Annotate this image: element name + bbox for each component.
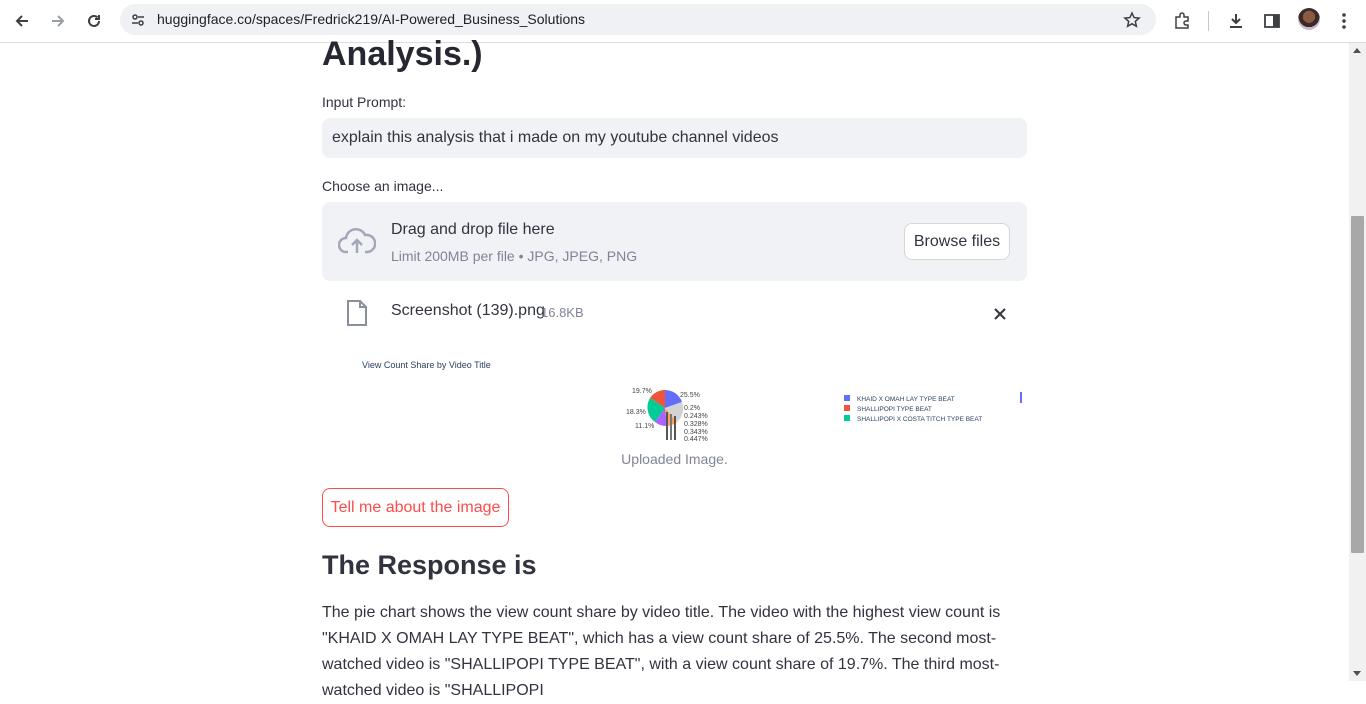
back-icon[interactable] [7,6,37,36]
tell-me-button[interactable]: Tell me about the image [322,488,509,527]
thumb-slice-label-5: 0.243% [684,413,708,420]
remove-file-icon[interactable] [990,304,1010,324]
scroll-up-arrow[interactable] [1353,48,1361,53]
file-name: Screenshot (139).png [391,302,545,319]
side-panel-icon[interactable] [1257,6,1287,36]
thumb-slice-label-6: 11.1% [635,423,654,430]
response-text: The pie chart shows the view count share… [322,604,1001,699]
file-icon [346,299,368,332]
prompt-input[interactable]: explain this analysis that i made on my … [322,118,1027,158]
browser-toolbar: huggingface.co/spaces/Fredrick219/AI-Pow… [0,0,1366,43]
choose-image-label: Choose an image... [322,178,444,194]
thumb-title: View Count Share by Video Title [362,360,491,370]
bookmark-star-icon[interactable] [1122,10,1142,30]
dropzone-limit: Limit 200MB per file • JPG, JPEG, PNG [391,248,638,264]
browse-files-button[interactable]: Browse files [904,223,1010,260]
address-bar[interactable]: huggingface.co/spaces/Fredrick219/AI-Pow… [120,4,1156,35]
uploaded-file-row: Screenshot (139).png 16.8KB [322,296,1027,330]
thumb-legend-2: SHALLIPOPI TYPE BEAT [857,406,932,413]
page-title: Analysis.) [322,35,483,73]
thumb-legend-scrollbar [1020,392,1022,403]
cloud-upload-icon [337,226,377,261]
reload-icon[interactable] [79,6,109,36]
scroll-down-arrow[interactable] [1353,671,1361,676]
thumb-legend-3: SHALLIPOPI X COSTA TITCH TYPE BEAT [857,416,982,423]
file-size: 16.8KB [541,305,584,320]
uploaded-image: View Count Share by Video Title 19.7% 25… [322,350,1027,445]
image-caption: Uploaded Image. [621,451,728,467]
thumb-legend-swatch-2 [844,405,850,411]
thumb-legend-1: KHAID X OMAH LAY TYPE BEAT [857,396,955,403]
thumb-slice-label-7: 0.328% [684,421,708,428]
extensions-icon[interactable] [1167,6,1197,36]
download-icon[interactable] [1221,6,1251,36]
thumb-slice-label-3: 18.3% [626,409,646,416]
thumb-slice-label-1: 19.7% [632,388,652,395]
url-text: huggingface.co/spaces/Fredrick219/AI-Pow… [157,11,586,27]
dropzone-title: Drag and drop file here [391,221,555,238]
thumb-slice-label-9: 0.447% [684,436,708,443]
response-heading: The Response is [322,550,537,580]
thumb-slice-label-2: 25.5% [680,392,700,399]
thumb-pie [647,389,684,440]
input-prompt-label: Input Prompt: [322,94,407,110]
profile-avatar[interactable] [1298,8,1320,30]
thumb-legend-swatch-3 [844,415,850,421]
forward-icon[interactable] [43,6,73,36]
scroll-thumb[interactable] [1351,216,1364,553]
thumb-slice-label-8: 0.343% [684,429,708,436]
prompt-input-value: explain this analysis that i made on my … [332,129,779,146]
menu-kebab-icon[interactable] [1329,6,1359,36]
thumb-legend-swatch-1 [844,395,850,401]
toolbar-divider [1208,11,1209,31]
site-settings-icon[interactable] [128,10,148,30]
thumb-slice-label-4: 0.2% [684,405,700,412]
